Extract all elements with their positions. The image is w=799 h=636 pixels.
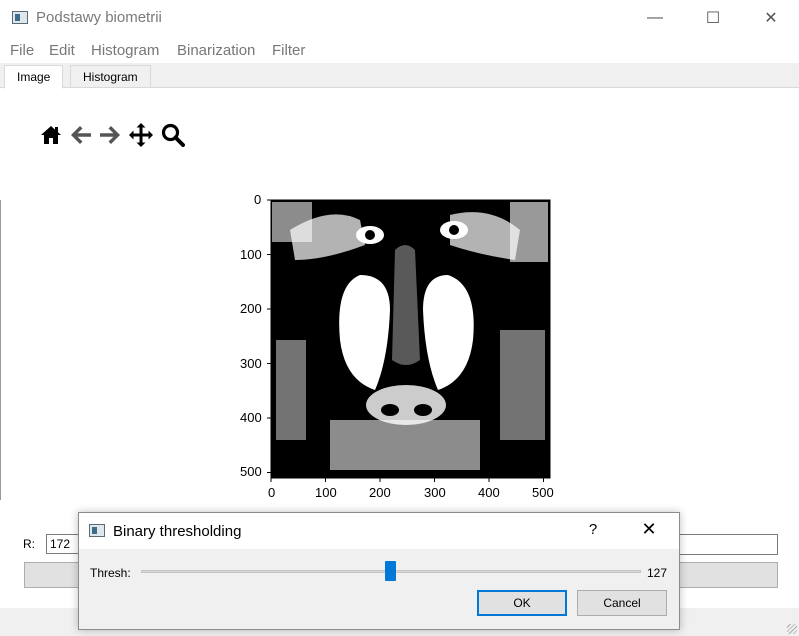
app-icon <box>12 11 28 24</box>
title-bar: Podstawy biometrii — ☐ ✕ <box>0 0 799 36</box>
x-tick-label: 100 <box>315 485 337 500</box>
y-tick-label: 400 <box>240 410 262 425</box>
dialog-title-bar: Binary thresholding ? ✕ <box>79 513 679 549</box>
tab-bar: Image Histogram <box>0 63 799 89</box>
x-tick-label: 300 <box>424 485 446 500</box>
image-plot: 0 100 200 300 400 500 0 100 200 300 400 … <box>240 190 570 500</box>
menu-filter[interactable]: Filter <box>272 42 305 59</box>
zoom-icon[interactable] <box>160 122 186 148</box>
thresh-slider-handle[interactable] <box>384 561 396 581</box>
forward-arrow-icon[interactable] <box>97 122 123 148</box>
cancel-button[interactable]: Cancel <box>577 590 667 616</box>
b-value-input[interactable] <box>678 534 778 555</box>
y-tick-label: 500 <box>240 464 262 479</box>
menu-binarization[interactable]: Binarization <box>177 42 255 59</box>
x-tick-label: 500 <box>532 485 554 500</box>
binarized-image <box>271 200 550 478</box>
menu-edit[interactable]: Edit <box>49 42 75 59</box>
maximize-button[interactable]: ☐ <box>690 0 736 36</box>
plot-canvas <box>267 199 551 482</box>
minimize-button[interactable]: — <box>632 0 678 36</box>
y-tick-label: 300 <box>240 356 262 371</box>
x-tick-label: 0 <box>268 485 276 500</box>
y-tick-label: 0 <box>254 192 262 207</box>
menu-histogram[interactable]: Histogram <box>91 42 159 59</box>
tab-histogram[interactable]: Histogram <box>70 65 151 87</box>
window-title: Podstawy biometrii <box>36 9 162 26</box>
x-tick-label: 200 <box>369 485 391 500</box>
thresh-label: Thresh: <box>90 566 131 580</box>
dialog-app-icon <box>89 524 105 537</box>
dialog-title: Binary thresholding <box>113 523 242 540</box>
close-button[interactable]: ✕ <box>748 0 794 36</box>
pan-move-icon[interactable] <box>128 122 154 148</box>
x-tick-label: 400 <box>478 485 500 500</box>
resize-grip-icon[interactable] <box>787 624 797 634</box>
dialog-close-button[interactable]: ✕ <box>635 519 663 543</box>
back-arrow-icon[interactable] <box>68 122 94 148</box>
home-icon[interactable] <box>38 122 64 148</box>
y-tick-label: 200 <box>240 301 262 316</box>
thresh-value: 127 <box>647 566 668 580</box>
y-tick-label: 100 <box>240 247 262 262</box>
binary-thresholding-dialog: Binary thresholding ? ✕ Thresh: 127 OK C… <box>78 512 680 630</box>
ok-button[interactable]: OK <box>477 590 567 616</box>
frame-edge <box>0 200 1 500</box>
r-label: R: <box>23 537 35 551</box>
tab-image[interactable]: Image <box>4 65 64 89</box>
menu-bar: File Edit Histogram Binarization Filter <box>0 38 799 62</box>
help-button[interactable]: ? <box>579 521 607 543</box>
menu-file[interactable]: File <box>10 42 34 59</box>
